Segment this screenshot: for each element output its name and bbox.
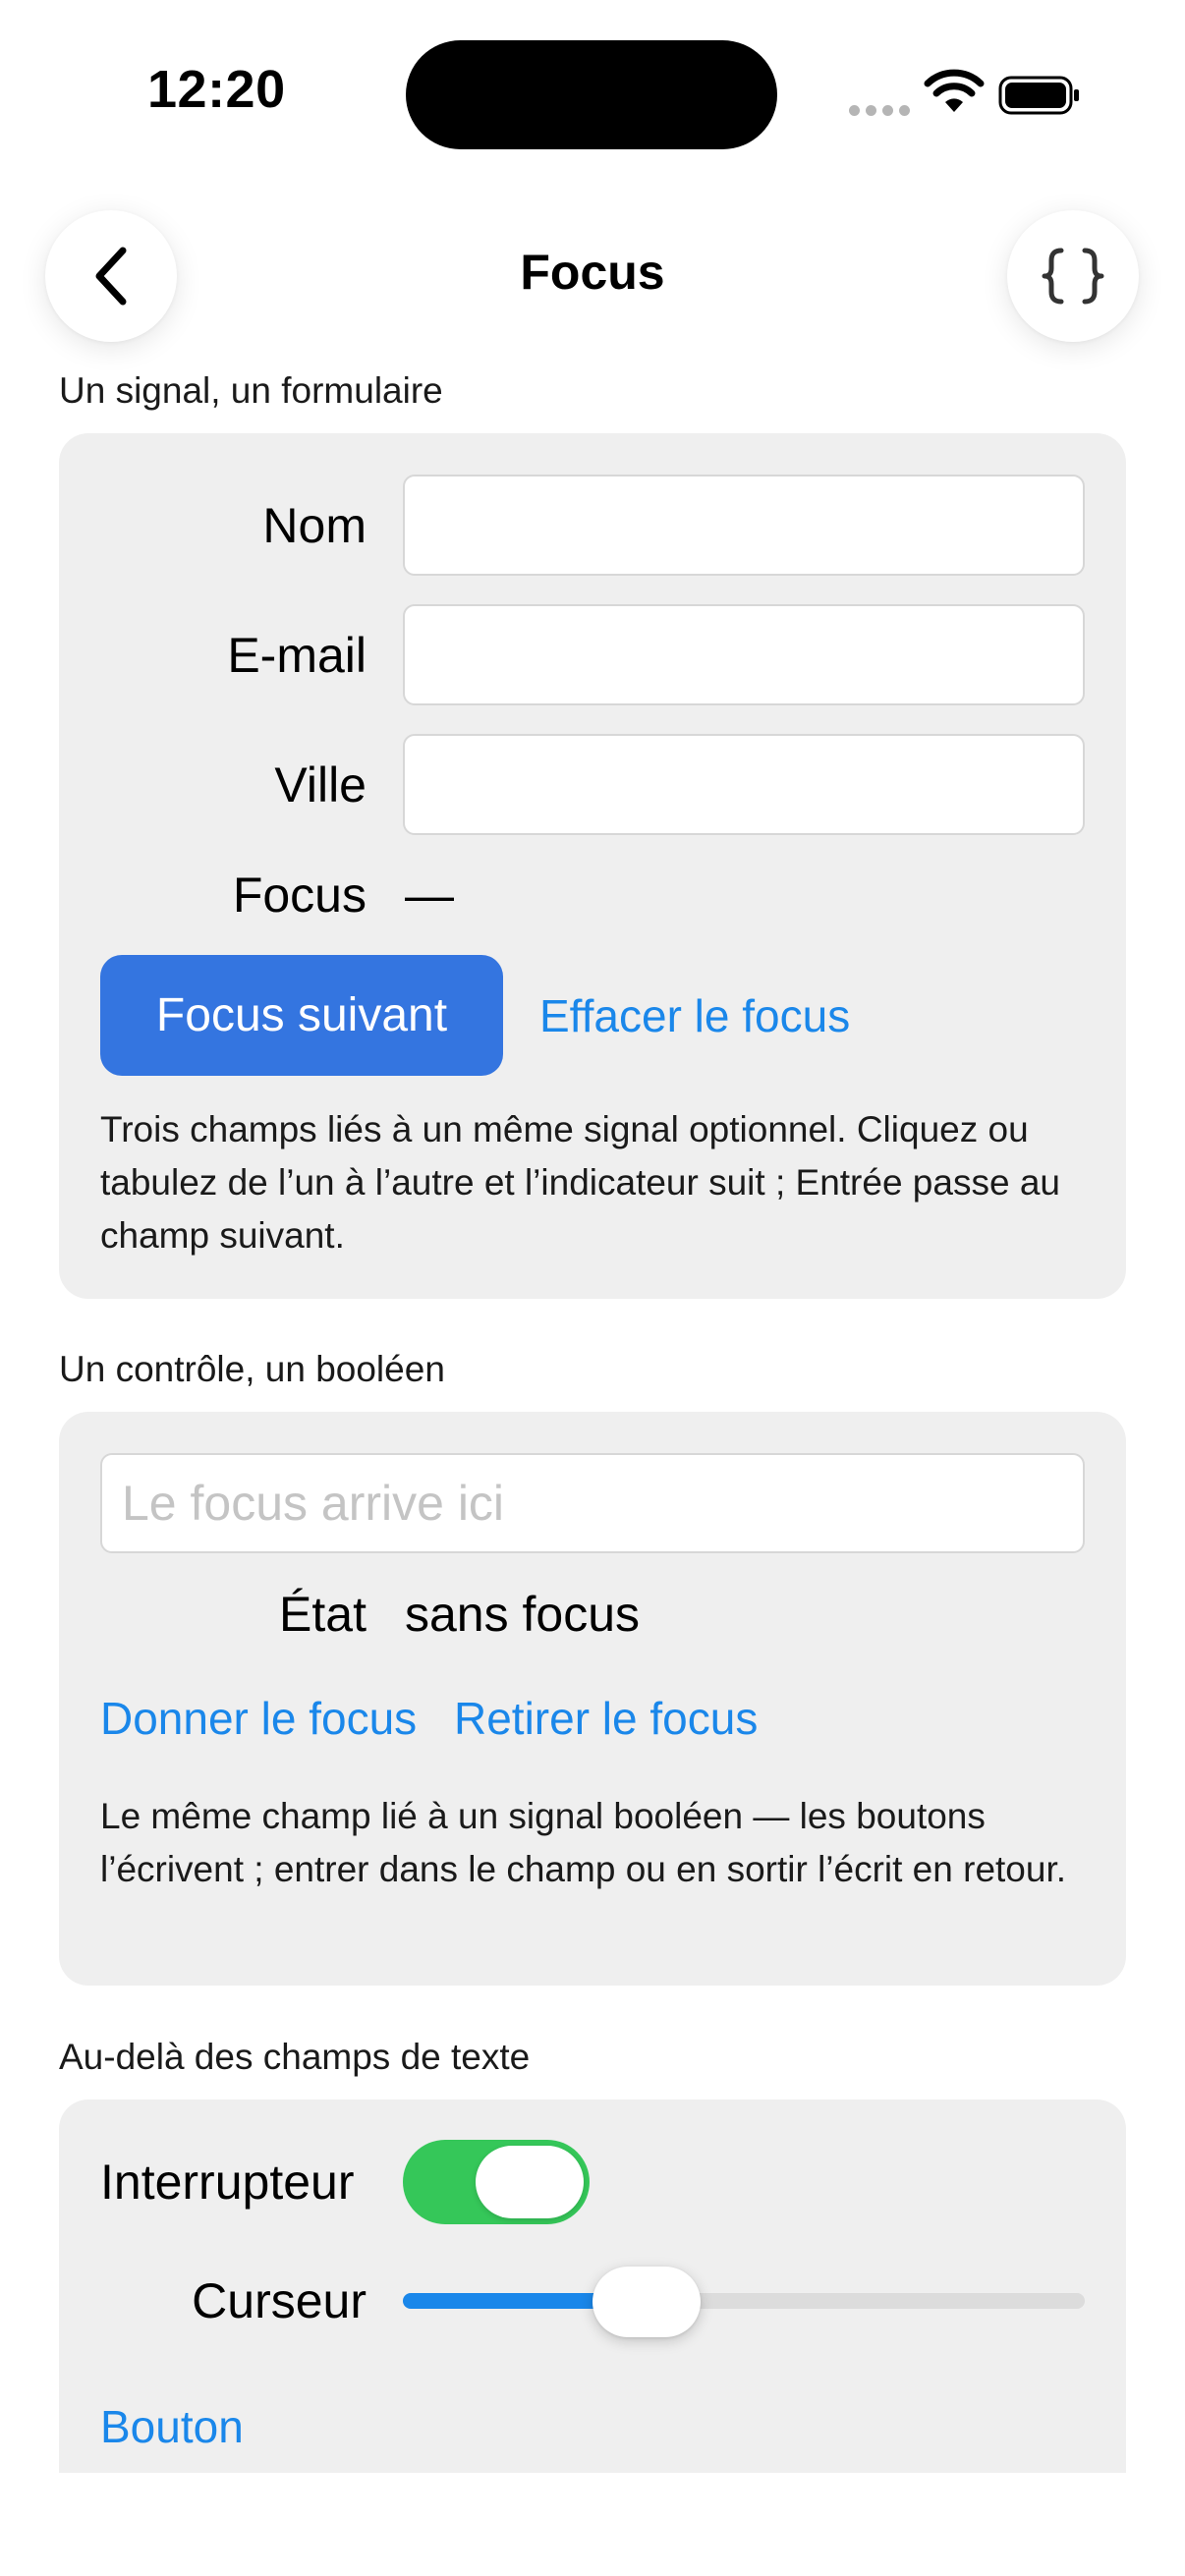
button-link[interactable]: Bouton <box>100 2399 244 2454</box>
remove-focus-link[interactable]: Retirer le focus <box>454 1691 758 1746</box>
name-label: Nom <box>262 498 367 553</box>
state-label: État <box>279 1587 367 1642</box>
city-label: Ville <box>274 757 367 812</box>
section-header-boolean: Un contrôle, un booléen <box>59 1349 445 1389</box>
curly-braces-icon <box>1042 248 1104 305</box>
code-button[interactable] <box>1007 210 1139 342</box>
state-value: sans focus <box>405 1587 641 1642</box>
wifi-icon <box>924 69 985 112</box>
boolean-description: Le même champ lié à un signal booléen — … <box>100 1796 1067 1889</box>
section-header-beyond: Au-delà des champs de texte <box>59 2037 531 2077</box>
toggle-switch[interactable] <box>403 2140 590 2224</box>
toggle-knob <box>476 2146 584 2218</box>
slider-thumb[interactable] <box>592 2267 701 2337</box>
clear-focus-link[interactable]: Effacer le focus <box>539 988 850 1043</box>
toggle-label: Interrupteur <box>100 2155 355 2210</box>
slider-label: Curseur <box>192 2273 367 2328</box>
dynamic-island <box>406 40 777 149</box>
city-field[interactable] <box>403 734 1085 835</box>
focus-target-field[interactable] <box>100 1453 1085 1553</box>
status-time: 12:20 <box>147 60 286 119</box>
name-field[interactable] <box>403 475 1085 576</box>
battery-icon <box>998 76 1079 115</box>
cellular-signal-icon <box>849 103 910 117</box>
next-focus-button[interactable]: Focus suivant <box>100 955 503 1076</box>
focus-label: Focus <box>232 868 367 923</box>
slider-track[interactable] <box>403 2293 1085 2309</box>
focus-value: — <box>405 868 454 923</box>
email-field[interactable] <box>403 604 1085 705</box>
form-description: Trois champs liés à un même signal optio… <box>100 1109 1060 1256</box>
section-header-form: Un signal, un formulaire <box>59 370 443 411</box>
email-label: E-mail <box>227 628 367 683</box>
give-focus-link[interactable]: Donner le focus <box>100 1691 417 1746</box>
